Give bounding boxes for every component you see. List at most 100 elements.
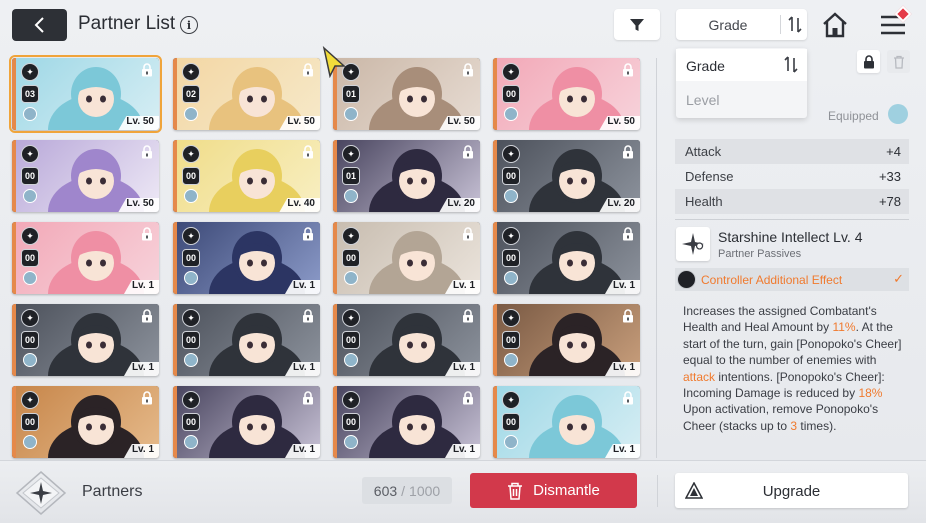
card-icon-column: ✦ 00 [501,63,521,121]
additional-effect-label: Controller Additional Effect [701,273,843,287]
stats-table: Attack +4 Defense +33 Health +78 [675,139,909,214]
equipped-combatant-avatar[interactable] [888,104,908,124]
equipped-mini-avatar [184,189,198,203]
lock-icon [142,227,152,241]
dismantle-button[interactable]: Dismantle [470,473,637,508]
grade-badge: 00 [182,249,200,267]
lock-icon [303,145,313,159]
defender-icon: ✦ [182,145,200,163]
partner-card[interactable]: ✦ 03 Lv. 50 [9,55,162,133]
rarity-stripe [493,58,497,130]
partner-card[interactable]: ✦ 00 Lv. 1 [173,386,320,458]
partner-card[interactable]: ✦ 00 Lv. 50 [493,58,640,130]
ranger-icon: ✦ [342,391,360,409]
rarity-stripe [12,304,16,376]
partner-card[interactable]: ✦ 00 Lv. 1 [333,304,480,376]
sort-divider [780,15,781,34]
grade-badge: 00 [502,167,520,185]
partner-card[interactable]: ✦ 00 Lv. 1 [333,222,480,294]
partner-card[interactable]: ✦ 01 Lv. 50 [333,58,480,130]
partner-card[interactable]: ✦ 00 Lv. 1 [493,386,640,458]
upgrade-label: Upgrade [762,483,821,500]
equipped-mini-avatar [344,271,358,285]
passive-description: Increases the assigned Combatant's Healt… [683,303,907,458]
sort-order-icon[interactable] [786,15,804,34]
mouse-cursor-icon [322,46,346,78]
card-icon-column: ✦ 00 [20,391,40,449]
buster-icon: ✦ [342,309,360,327]
partner-card[interactable]: ✦ 00 Lv. 1 [173,304,320,376]
lock-icon [463,309,473,323]
buster-icon: ✦ [21,391,39,409]
card-icon-column: ✦ 00 [501,145,521,203]
passive-skill-icon[interactable] [676,227,710,261]
rarity-stripe [493,140,497,212]
sort-option-grade[interactable]: Grade [676,49,807,81]
partner-card[interactable]: ✦ 00 Lv. 40 [173,140,320,212]
stats-divider [675,219,909,220]
partner-card[interactable]: ✦ 00 Lv. 1 [12,222,159,294]
partner-card[interactable]: ✦ 00 Lv. 1 [333,386,480,458]
card-icon-column: ✦ 02 [181,63,201,121]
home-icon[interactable] [820,10,850,40]
upgrade-button[interactable]: Upgrade [675,473,908,508]
highlighted-value: 18% [858,386,883,401]
partner-card[interactable]: ✦ 01 Lv. 20 [333,140,480,212]
partner-card[interactable]: ✦ 02 Lv. 50 [173,58,320,130]
rarity-stripe [173,58,177,130]
defender-icon: ✦ [182,227,200,245]
rarity-stripe [493,304,497,376]
partner-card[interactable]: ✦ 00 Lv. 1 [12,304,159,376]
card-icon-column: ✦ 00 [501,309,521,367]
filter-button[interactable] [614,9,660,40]
lock-icon [142,63,152,77]
lock-button[interactable] [857,50,880,73]
partner-card[interactable]: ✦ 00 Lv. 1 [493,304,640,376]
info-icon[interactable]: i [180,16,198,34]
panel-divider [656,58,657,458]
grade-badge: 00 [342,249,360,267]
stat-name: Defense [685,169,734,184]
sort-order-icon[interactable] [782,55,800,74]
controller-icon: ✦ [182,63,200,81]
grade-badge: 01 [342,85,360,103]
lock-icon [142,391,152,405]
check-icon: ✓ [893,271,904,286]
rarity-stripe [12,140,16,212]
sort-select[interactable]: Grade [676,9,807,40]
buster-icon: ✦ [502,227,520,245]
lock-icon [303,309,313,323]
partner-card[interactable]: ✦ 00 Lv. 1 [12,386,159,458]
equipped-mini-avatar [184,353,198,367]
count-max: 1000 [409,482,441,499]
lock-icon [303,63,313,77]
buster-icon: ✦ [21,309,39,327]
equipped-mini-avatar [504,107,518,121]
partner-card[interactable]: ✦ 00 Lv. 1 [493,222,640,294]
partner-card[interactable]: ✦ 00 Lv. 1 [173,222,320,294]
buster-icon: ✦ [182,309,200,327]
equipped-mini-avatar [23,435,37,449]
partner-card[interactable]: ✦ 00 Lv. 50 [12,140,159,212]
controller-icon [677,270,696,289]
rarity-stripe [333,140,337,212]
lock-icon [303,391,313,405]
discard-toggle-button[interactable] [887,50,910,73]
card-icon-column: ✦ 00 [341,227,361,285]
card-icon-column: ✦ 00 [341,309,361,367]
equipped-mini-avatar [344,107,358,121]
footer-divider [657,475,658,507]
sort-option-level[interactable]: Level [676,83,807,116]
equipped-mini-avatar [504,353,518,367]
lock-icon [142,309,152,323]
grade-badge: 00 [502,413,520,431]
equipped-mini-avatar [184,435,198,449]
partner-card[interactable]: ✦ 00 Lv. 20 [493,140,640,212]
additional-effect-row[interactable]: Controller Additional Effect ✓ [675,268,909,291]
card-icon-column: ✦ 00 [20,227,40,285]
grade-badge: 02 [182,85,200,103]
lock-icon [863,54,874,68]
grade-badge: 00 [21,413,39,431]
back-button[interactable] [12,9,67,41]
equipped-mini-avatar [23,271,37,285]
